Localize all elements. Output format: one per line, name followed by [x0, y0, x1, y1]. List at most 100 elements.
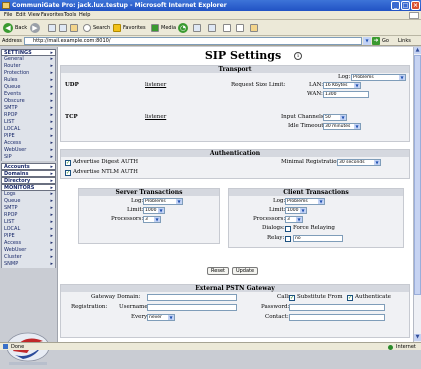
address-dropdown-icon[interactable]: ▼: [363, 37, 371, 45]
menu-help[interactable]: Help: [79, 11, 90, 20]
menu-file[interactable]: File: [4, 11, 12, 20]
udp-listener-link[interactable]: listener: [145, 82, 166, 89]
mail-icon[interactable]: [193, 24, 201, 32]
vertical-scrollbar[interactable]: ▲ ▼: [413, 47, 421, 342]
menu-view[interactable]: View: [28, 11, 40, 20]
idle-timeout-select[interactable]: 30 minutes ▼: [323, 123, 361, 130]
stop-icon[interactable]: [48, 24, 56, 32]
sidebar-item-local[interactable]: LOCAL ▸: [1, 126, 56, 133]
sidebar-item-smtp[interactable]: SMTP ▸: [1, 105, 56, 112]
username-input[interactable]: [147, 304, 237, 311]
sidebar-item-rpop[interactable]: RPOP ▸: [1, 112, 56, 119]
search-button-label[interactable]: Search: [93, 25, 110, 31]
sidebar-item-label: PIPE: [4, 233, 15, 239]
lan-size-select[interactable]: 16 Kbytes ▼: [323, 82, 361, 89]
sidebar-item-queue[interactable]: Queue ▸: [1, 198, 56, 205]
sidebar-group-settings[interactable]: SETTINGS ▸: [1, 49, 56, 56]
messenger-icon[interactable]: [250, 24, 258, 32]
favorites-star-icon[interactable]: [113, 24, 121, 32]
edit-icon[interactable]: [223, 24, 231, 32]
history-icon[interactable]: ◔: [178, 23, 188, 33]
minimize-button[interactable]: _: [391, 1, 400, 10]
transport-log-select[interactable]: Problems ▼: [351, 74, 406, 81]
sidebar-item-pipe[interactable]: PIPE ▸: [1, 233, 56, 240]
sidebar-item-access[interactable]: Access ▸: [1, 240, 56, 247]
sidebar-item-cluster[interactable]: Cluster ▸: [1, 254, 56, 261]
sidebar-group-domains[interactable]: Domains ▸: [1, 170, 56, 177]
relay-input[interactable]: no: [293, 235, 343, 242]
sidebar-item-list[interactable]: LIST ▸: [1, 219, 56, 226]
back-button-label[interactable]: Back: [15, 25, 27, 31]
sidebar-item-queue[interactable]: Queue ▸: [1, 84, 56, 91]
scroll-down-icon[interactable]: ▼: [414, 334, 421, 341]
refresh-icon[interactable]: [59, 24, 67, 32]
sidebar-item-sip[interactable]: SIP ▸: [1, 154, 56, 161]
advertise-ntlm-checkbox[interactable]: ✓: [65, 170, 71, 176]
window-title-bar[interactable]: CommuniGate Pro: jack.lux.testup - Micro…: [0, 0, 421, 11]
minimal-registration-select[interactable]: 30 seconds ▼: [337, 159, 381, 166]
sidebar-item-router[interactable]: Router ▸: [1, 63, 56, 70]
print-icon[interactable]: [208, 24, 216, 32]
client-limit-select[interactable]: 1000 ▼: [285, 207, 307, 214]
scroll-up-icon[interactable]: ▲: [414, 47, 421, 54]
every-select[interactable]: never ▼: [147, 314, 175, 321]
sidebar-item-list[interactable]: LIST ▸: [1, 119, 56, 126]
menu-edit[interactable]: Edit: [16, 11, 26, 20]
sidebar-item-snmp[interactable]: SNMP ▸: [1, 261, 56, 268]
search-icon[interactable]: [83, 24, 91, 32]
sidebar-item-pipe[interactable]: PIPE ▸: [1, 133, 56, 140]
sidebar-item-protection[interactable]: Protection ▸: [1, 70, 56, 77]
sidebar-item-general[interactable]: General ▸: [1, 56, 56, 63]
relay-checkbox[interactable]: [285, 236, 291, 242]
sidebar-group-directory[interactable]: Directory ▸: [1, 177, 56, 184]
address-input[interactable]: http://mail.example.com:8010/: [24, 37, 362, 45]
forward-arrow-icon[interactable]: ▶: [30, 23, 40, 33]
server-log-value: Problems: [145, 199, 166, 204]
input-channels-select[interactable]: 50 ▼: [323, 114, 347, 121]
maximize-button[interactable]: □: [401, 1, 410, 10]
media-icon[interactable]: [151, 24, 159, 32]
server-limit-select[interactable]: 1000 ▼: [143, 207, 165, 214]
contact-input[interactable]: [289, 314, 385, 321]
tcp-listener-link[interactable]: listener: [145, 114, 166, 121]
update-button[interactable]: Update: [232, 267, 258, 275]
reset-button[interactable]: Reset: [207, 267, 229, 275]
sidebar-item-events[interactable]: Events ▸: [1, 91, 56, 98]
scrollbar-thumb[interactable]: [414, 55, 421, 295]
media-button-label[interactable]: Media: [161, 25, 176, 31]
go-arrow-icon[interactable]: ➜: [372, 37, 380, 45]
discuss-icon[interactable]: [236, 24, 244, 32]
back-arrow-icon[interactable]: ◀: [3, 23, 13, 33]
sidebar-item-local[interactable]: LOCAL ▸: [1, 226, 56, 233]
go-button-label[interactable]: Go: [382, 36, 389, 46]
sidebar-item-obscure[interactable]: Obscure ▸: [1, 98, 56, 105]
substitute-from-checkbox[interactable]: ✓: [289, 295, 295, 301]
sidebar-item-rules[interactable]: Rules ▸: [1, 77, 56, 84]
sidebar-item-rpop[interactable]: RPOP ▸: [1, 212, 56, 219]
favorites-button-label[interactable]: Favorites: [123, 25, 146, 31]
menu-tools[interactable]: Tools: [64, 11, 76, 20]
server-log-select[interactable]: Problems ▼: [143, 198, 183, 205]
server-processors-select[interactable]: 3 ▼: [143, 216, 161, 223]
sidebar-item-logs[interactable]: Logs ▸: [1, 191, 56, 198]
client-log-select[interactable]: Problems ▼: [285, 198, 325, 205]
advertise-digest-checkbox[interactable]: ✓: [65, 160, 71, 166]
sidebar-item-access[interactable]: Access ▸: [1, 140, 56, 147]
force-relaying-checkbox[interactable]: [285, 226, 291, 232]
sidebar-item-webuser[interactable]: WebUser ▸: [1, 247, 56, 254]
client-processors-select[interactable]: 3 ▼: [285, 216, 303, 223]
menu-favorites[interactable]: Favorites: [41, 11, 64, 20]
info-icon[interactable]: i: [294, 52, 302, 60]
authenticate-checkbox[interactable]: ✓: [347, 295, 353, 301]
close-button[interactable]: ×: [411, 1, 420, 10]
gateway-domain-input[interactable]: [147, 294, 237, 301]
home-icon[interactable]: [70, 24, 78, 32]
sidebar-group-monitors[interactable]: MONITORS ▸: [1, 184, 56, 191]
links-button[interactable]: Links: [398, 36, 411, 46]
wan-size-input[interactable]: 1300: [323, 91, 369, 98]
sidebar-group-accounts[interactable]: Accounts ▸: [1, 163, 56, 170]
sidebar-item-smtp[interactable]: SMTP ▸: [1, 205, 56, 212]
sidebar-item-webuser[interactable]: WebUser ▸: [1, 147, 56, 154]
main-content: SIP Settings i Transport Log: Problems ▼ …: [58, 47, 413, 342]
password-input[interactable]: [289, 304, 385, 311]
